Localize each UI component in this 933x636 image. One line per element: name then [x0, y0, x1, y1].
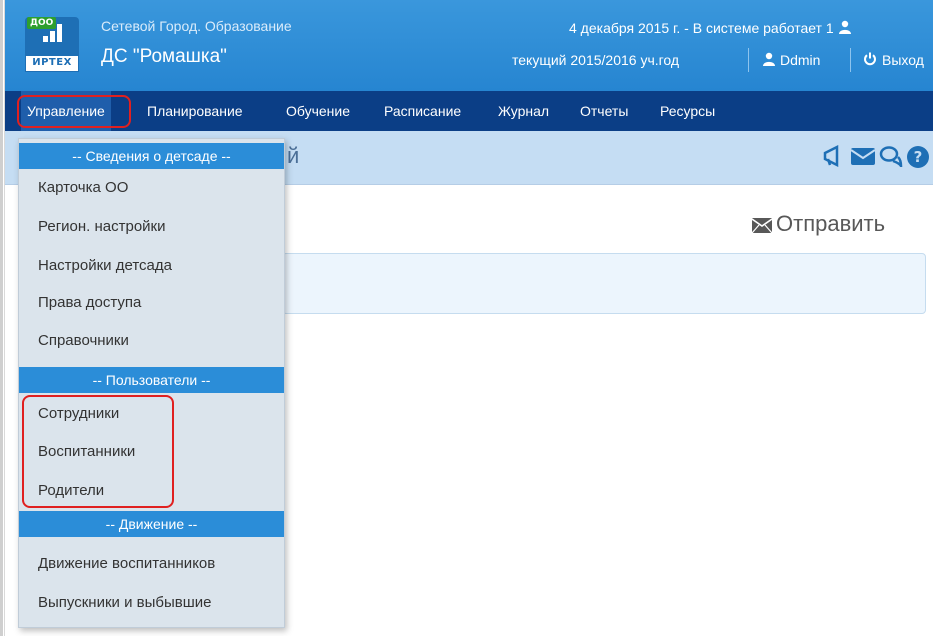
send-label: Отправить	[776, 211, 886, 236]
dropdown-item-region-settings[interactable]: Регион. настройки	[38, 218, 166, 235]
window-border	[0, 0, 3, 636]
header-divider	[850, 48, 851, 72]
chat-icon[interactable]	[879, 145, 903, 171]
send-button[interactable]: Отправить	[751, 211, 886, 239]
irtex-logo[interactable]: ДОО ИРТЕХ	[25, 17, 79, 72]
mail-icon[interactable]	[850, 145, 876, 171]
logo-badge: ДОО	[27, 17, 57, 29]
help-icon[interactable]: ?	[906, 145, 930, 173]
section-movement: -- Движение --	[19, 511, 284, 537]
system-status: 4 декабря 2015 г. - В системе работает 1	[569, 20, 852, 37]
power-icon	[864, 52, 876, 66]
management-dropdown: -- Сведения о детсаде -- Карточка ОО Рег…	[18, 138, 285, 628]
dropdown-item-pupils[interactable]: Воспитанники	[38, 443, 135, 460]
user-icon	[763, 52, 775, 66]
academic-year[interactable]: текущий 2015/2016 уч.год	[512, 52, 679, 68]
info-panel	[282, 253, 926, 314]
header: ДОО ИРТЕХ Сетевой Город. Образование ДС …	[5, 0, 933, 91]
user-name: Ddmin	[780, 52, 821, 68]
dropdown-item-kindergarten-settings[interactable]: Настройки детсада	[38, 257, 172, 274]
school-name: ДС "Ромашка"	[101, 46, 227, 67]
dropdown-item-pupil-movement[interactable]: Движение воспитанников	[38, 555, 215, 572]
svg-text:?: ?	[914, 148, 923, 166]
header-divider	[748, 48, 749, 72]
page-title: й	[287, 143, 300, 168]
dropdown-item-graduates[interactable]: Выпускники и выбывшие	[38, 594, 211, 611]
section-kindergarten-info: -- Сведения о детсаде --	[19, 143, 284, 169]
menu-education[interactable]: Обучение	[286, 91, 350, 131]
dropdown-item-staff[interactable]: Сотрудники	[38, 405, 119, 422]
megaphone-icon[interactable]	[823, 144, 847, 171]
main-menu: Управление Планирование Обучение Расписа…	[5, 91, 933, 131]
users-online-icon[interactable]	[838, 20, 852, 37]
dropdown-item-org-card[interactable]: Карточка ОО	[38, 179, 128, 196]
menu-management[interactable]: Управление	[21, 91, 111, 131]
logout-button[interactable]: Выход	[863, 52, 924, 68]
dropdown-item-parents[interactable]: Родители	[38, 482, 104, 499]
dropdown-item-access-rights[interactable]: Права доступа	[38, 294, 141, 311]
logout-label: Выход	[882, 52, 924, 68]
menu-journal[interactable]: Журнал	[498, 91, 549, 131]
status-text: 4 декабря 2015 г. - В системе работает 1	[569, 20, 834, 36]
menu-schedule[interactable]: Расписание	[384, 91, 461, 131]
menu-planning[interactable]: Планирование	[147, 91, 243, 131]
menu-resources[interactable]: Ресурсы	[660, 91, 715, 131]
dropdown-item-directories[interactable]: Справочники	[38, 332, 129, 349]
logo-brand: ИРТЕХ	[32, 57, 72, 68]
user-link[interactable]: Ddmin	[762, 52, 820, 68]
section-users: -- Пользователи --	[19, 367, 284, 393]
app-window: ДОО ИРТЕХ Сетевой Город. Образование ДС …	[0, 0, 933, 636]
app-title: Сетевой Город. Образование	[101, 18, 292, 34]
envelope-icon	[751, 213, 773, 239]
menu-reports[interactable]: Отчеты	[580, 91, 628, 131]
